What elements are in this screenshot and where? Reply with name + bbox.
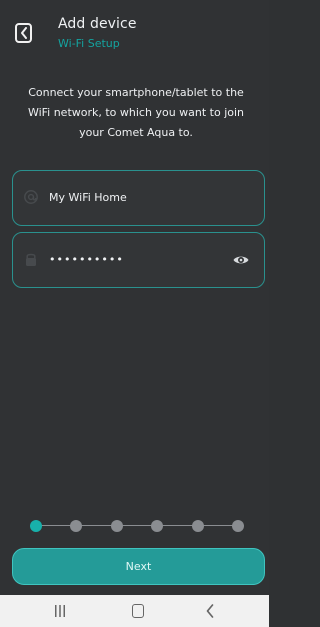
ssid-field[interactable]: My WiFi Home bbox=[12, 170, 265, 226]
step-dot bbox=[70, 520, 82, 532]
home-icon[interactable] bbox=[132, 604, 144, 618]
page-title: Add device bbox=[58, 16, 137, 32]
step-dot bbox=[192, 520, 204, 532]
password-value: •••••••••• bbox=[49, 253, 124, 266]
step-dot bbox=[151, 520, 163, 532]
page-subtitle: Wi-Fi Setup bbox=[58, 37, 120, 50]
step-dot bbox=[30, 520, 42, 532]
at-icon bbox=[24, 190, 38, 204]
stepper-line bbox=[36, 525, 238, 526]
instruction-text: Connect your smartphone/tablet to the Wi… bbox=[27, 86, 245, 139]
android-navigation-bar bbox=[0, 595, 269, 627]
chevron-left-icon bbox=[21, 27, 27, 39]
back-button[interactable] bbox=[15, 23, 32, 43]
password-field[interactable]: •••••••••• bbox=[12, 232, 265, 288]
recent-apps-icon[interactable] bbox=[54, 603, 66, 619]
step-dot bbox=[111, 520, 123, 532]
eye-icon[interactable] bbox=[232, 252, 250, 268]
system-back-icon[interactable] bbox=[205, 603, 215, 619]
header: Add device Wi-Fi Setup bbox=[0, 0, 269, 62]
lock-icon bbox=[26, 253, 36, 266]
next-button[interactable]: Next bbox=[12, 548, 265, 585]
step-dot bbox=[232, 520, 244, 532]
wifi-setup-screen: Add device Wi-Fi Setup Connect your smar… bbox=[0, 0, 269, 627]
ssid-value: My WiFi Home bbox=[49, 191, 127, 204]
progress-stepper bbox=[30, 519, 244, 533]
